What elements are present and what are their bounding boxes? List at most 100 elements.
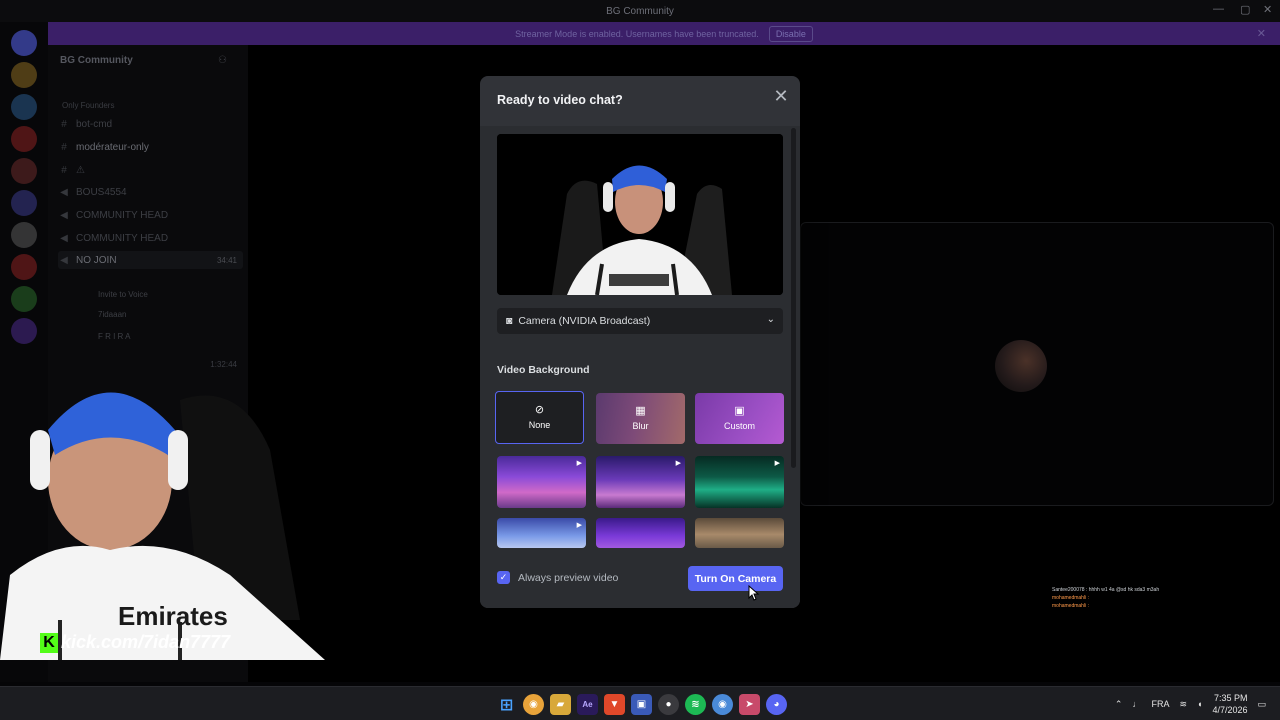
voice-channel-icon: ◀ <box>60 254 68 266</box>
discord-icon[interactable]: ◕ <box>766 694 787 715</box>
blur-icon: ▦ <box>635 405 646 417</box>
clock-date: 4/7/2026 <box>1212 705 1248 715</box>
bg-option-custom[interactable]: ▣ Custom <box>695 393 784 444</box>
kick-logo-icon: K <box>40 632 58 653</box>
turn-on-camera-button[interactable]: Turn On Camera <box>688 566 783 591</box>
add-member-icon[interactable]: ⚇ <box>218 55 227 66</box>
system-tray: ⌃ ♩ FRA ≋ ◖ 7:35 PM 4/7/2026 ▭ <box>1115 687 1280 720</box>
bg-thumbnail[interactable] <box>596 518 685 548</box>
channel-item[interactable]: ◀ BOUS4554 <box>58 183 243 201</box>
wifi-icon[interactable]: ≋ <box>1179 699 1187 710</box>
disable-streamer-mode-button[interactable]: Disable <box>768 25 813 42</box>
bg-option-none[interactable]: ⊘ None <box>495 391 584 444</box>
chat-line: mohamedmahli : <box>1052 595 1089 601</box>
microphone-icon[interactable]: ♩ <box>1132 699 1141 709</box>
channel-label: modérateur-only <box>76 141 149 153</box>
volume-icon[interactable]: ◖ <box>1197 699 1202 709</box>
channel-label: BOUS4554 <box>76 186 127 198</box>
svg-text:Emirates: Emirates <box>118 601 228 631</box>
always-preview-checkbox[interactable]: ✓ <box>497 571 510 584</box>
bg-thumbnail[interactable]: ▶ <box>497 518 586 548</box>
channel-item[interactable]: # bot-cmd <box>58 115 243 133</box>
streamer-mode-message: Streamer Mode is enabled. Usernames have… <box>515 28 759 39</box>
camera-select[interactable]: ◙ Camera (NVIDIA Broadcast) ⌄ <box>497 308 783 334</box>
category-label[interactable]: Only Founders <box>62 101 114 110</box>
bg-thumbnail[interactable] <box>695 518 784 548</box>
camera-device-label: Camera (NVIDIA Broadcast) <box>518 315 651 327</box>
modal-header: Ready to video chat? ✕ <box>480 76 800 126</box>
obs-icon[interactable]: ● <box>658 694 679 715</box>
server-icon[interactable] <box>11 318 37 344</box>
server-icon[interactable] <box>11 158 37 184</box>
bg-thumbnail[interactable]: ▶ <box>695 456 784 508</box>
video-chat-modal: Ready to video chat? ✕ ◙ Camera (NVIDIA … <box>480 76 800 608</box>
close-icon[interactable]: ✕ <box>771 86 791 106</box>
voice-member-name: 7idaaan <box>98 309 127 319</box>
bg-option-label: Custom <box>723 421 755 431</box>
server-icon[interactable] <box>11 126 37 152</box>
stream-chat-overlay: Santee200078 : hhhh w1 4a @sd hk sda3 m3… <box>1052 586 1159 610</box>
voice-member-name: Invite to Voice <box>98 289 148 299</box>
server-icon[interactable] <box>11 222 37 248</box>
text-channel-icon: # <box>61 141 67 153</box>
play-icon: ▶ <box>774 460 780 467</box>
modal-scrollbar[interactable] <box>791 128 796 468</box>
bg-option-label: Blur <box>632 421 649 431</box>
server-icon[interactable] <box>11 62 37 88</box>
minimize-icon[interactable]: — <box>1213 3 1224 15</box>
notification-icon[interactable]: ▭ <box>1257 699 1266 710</box>
telegram-icon[interactable]: ➤ <box>739 694 760 715</box>
kick-url: kick.com/7idan7777 <box>61 632 231 652</box>
channel-item-active[interactable]: ◀ NO JOIN 34:41 <box>58 251 243 269</box>
language-indicator[interactable]: FRA <box>1151 699 1169 709</box>
channel-item[interactable]: # ⚠ <box>58 161 243 179</box>
chat-line: Santee200078 : hhhh w1 4a @sd hk sda3 m3… <box>1052 587 1160 593</box>
voice-channel-icon: ◀ <box>60 232 68 244</box>
home-server-icon[interactable] <box>11 30 37 56</box>
camera-icon: ◙ <box>506 315 513 327</box>
server-icon[interactable] <box>11 94 37 120</box>
taskbar-apps: ⊞ ◉ ▰ Ae ▼ ▣ ● ≋ ◉ ➤ ◕ <box>496 694 787 715</box>
chevron-up-icon[interactable]: ⌃ <box>1115 699 1123 710</box>
app-icon[interactable]: ▣ <box>631 694 652 715</box>
after-effects-icon[interactable]: Ae <box>577 694 598 715</box>
clock[interactable]: 7:35 PM 4/7/2026 <box>1212 692 1247 716</box>
server-icon[interactable] <box>11 190 37 216</box>
voice-channel-icon: ◀ <box>60 209 68 221</box>
play-icon: ▶ <box>576 460 582 467</box>
taskbar: ⊞ ◉ ▰ Ae ▼ ▣ ● ≋ ◉ ➤ ◕ ⌃ ♩ FRA ≋ ◖ 7:35 … <box>0 686 1280 720</box>
window-title-bar: BG Community — ▢ ✕ <box>0 0 1280 22</box>
chrome-icon[interactable]: ◉ <box>712 694 733 715</box>
channel-label: COMMUNITY HEAD <box>76 232 169 244</box>
channel-item[interactable]: ◀ COMMUNITY HEAD <box>58 229 243 247</box>
file-explorer-icon[interactable]: ▰ <box>550 694 571 715</box>
voice-timer: 34:41 <box>216 255 237 265</box>
brave-icon[interactable]: ▼ <box>604 694 625 715</box>
channel-item[interactable]: # modérateur-only <box>58 138 243 156</box>
bg-thumbnail[interactable]: ▶ <box>596 456 685 508</box>
play-icon: ▶ <box>675 460 681 467</box>
streamer-webcam: Emirates <box>0 392 325 660</box>
server-icon[interactable] <box>11 254 37 280</box>
maximize-icon[interactable]: ▢ <box>1240 3 1250 16</box>
mouse-cursor-icon <box>748 585 760 601</box>
none-icon: ⊘ <box>534 404 545 416</box>
server-icon[interactable] <box>11 286 37 312</box>
channel-item[interactable]: ◀ COMMUNITY HEAD <box>58 206 243 224</box>
participant-avatar <box>995 340 1047 392</box>
banner-close-icon[interactable]: ✕ <box>1257 27 1266 40</box>
chrome-icon[interactable]: ◉ <box>523 694 544 715</box>
voice-member-name: F R I R A <box>98 331 131 341</box>
text-channel-icon: # <box>61 164 67 176</box>
bg-thumbnail[interactable]: ▶ <box>497 456 586 508</box>
windows-start-icon[interactable]: ⊞ <box>496 694 517 715</box>
window-close-icon[interactable]: ✕ <box>1263 3 1272 16</box>
channel-label: ⚠ <box>76 164 85 176</box>
streamer-mode-banner: Streamer Mode is enabled. Usernames have… <box>48 22 1280 45</box>
bg-option-blur[interactable]: ▦ Blur <box>596 393 685 444</box>
always-preview-label: Always preview video <box>518 572 619 584</box>
play-icon: ▶ <box>576 522 582 529</box>
guild-name[interactable]: BG Community <box>60 55 133 66</box>
clock-time: 7:35 PM <box>1213 693 1248 703</box>
spotify-icon[interactable]: ≋ <box>685 694 706 715</box>
